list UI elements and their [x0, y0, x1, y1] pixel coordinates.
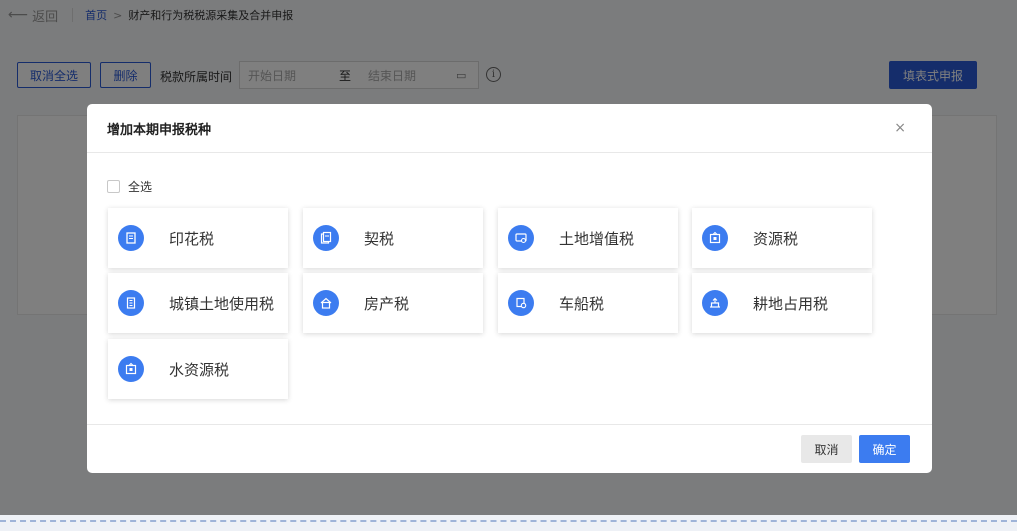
close-icon[interactable]: ×: [894, 120, 906, 136]
tax-card-land-vat[interactable]: 土地增值税: [498, 208, 678, 268]
tax-card-label: 水资源税: [169, 360, 230, 379]
bottom-strip: [0, 515, 1017, 531]
farmland-icon: [702, 290, 728, 316]
select-all[interactable]: 全选: [107, 178, 152, 195]
dialog-header: 增加本期申报税种 ×: [87, 104, 932, 153]
tax-card-resource[interactable]: 资源税: [692, 208, 872, 268]
select-all-label: 全选: [128, 180, 153, 194]
tax-card-label: 车船税: [559, 294, 605, 313]
tax-card-label: 资源税: [753, 229, 799, 248]
tax-card-label: 印花税: [169, 229, 215, 248]
house-icon: [313, 290, 339, 316]
tax-card-label: 土地增值税: [559, 229, 635, 248]
tax-card-label: 房产税: [364, 294, 410, 313]
select-all-checkbox[interactable]: [107, 180, 120, 193]
water-icon: [118, 356, 144, 382]
tax-card-water-resource[interactable]: 水资源税: [108, 339, 288, 399]
tax-card-label: 城镇土地使用税: [169, 294, 275, 313]
tax-card-property[interactable]: 房产税: [303, 273, 483, 333]
land-icon: [508, 225, 534, 251]
confirm-button[interactable]: 确定: [859, 435, 910, 463]
document-icon: [118, 225, 144, 251]
box-icon: [702, 225, 728, 251]
tax-card-urban-land-use[interactable]: 城镇土地使用税: [108, 273, 288, 333]
tax-card-label: 耕地占用税: [753, 294, 829, 313]
cancel-button[interactable]: 取消: [801, 435, 852, 463]
tax-card-vehicle-vessel[interactable]: 车船税: [498, 273, 678, 333]
dialog-title: 增加本期申报税种: [107, 122, 212, 138]
tax-card-stamp[interactable]: 印花税: [108, 208, 288, 268]
dialog-footer: 取消 确定: [87, 424, 932, 473]
dashed-divider: [0, 520, 1017, 522]
tax-card-label: 契税: [364, 229, 395, 248]
add-tax-type-dialog: 增加本期申报税种 × 全选 印花税 契税 土地增值税 资源税 城镇土地使用税 房…: [87, 104, 932, 473]
contract-icon: [313, 225, 339, 251]
tax-card-deed[interactable]: 契税: [303, 208, 483, 268]
tax-card-farmland-occupation[interactable]: 耕地占用税: [692, 273, 872, 333]
vehicle-icon: [508, 290, 534, 316]
building-icon: [118, 290, 144, 316]
